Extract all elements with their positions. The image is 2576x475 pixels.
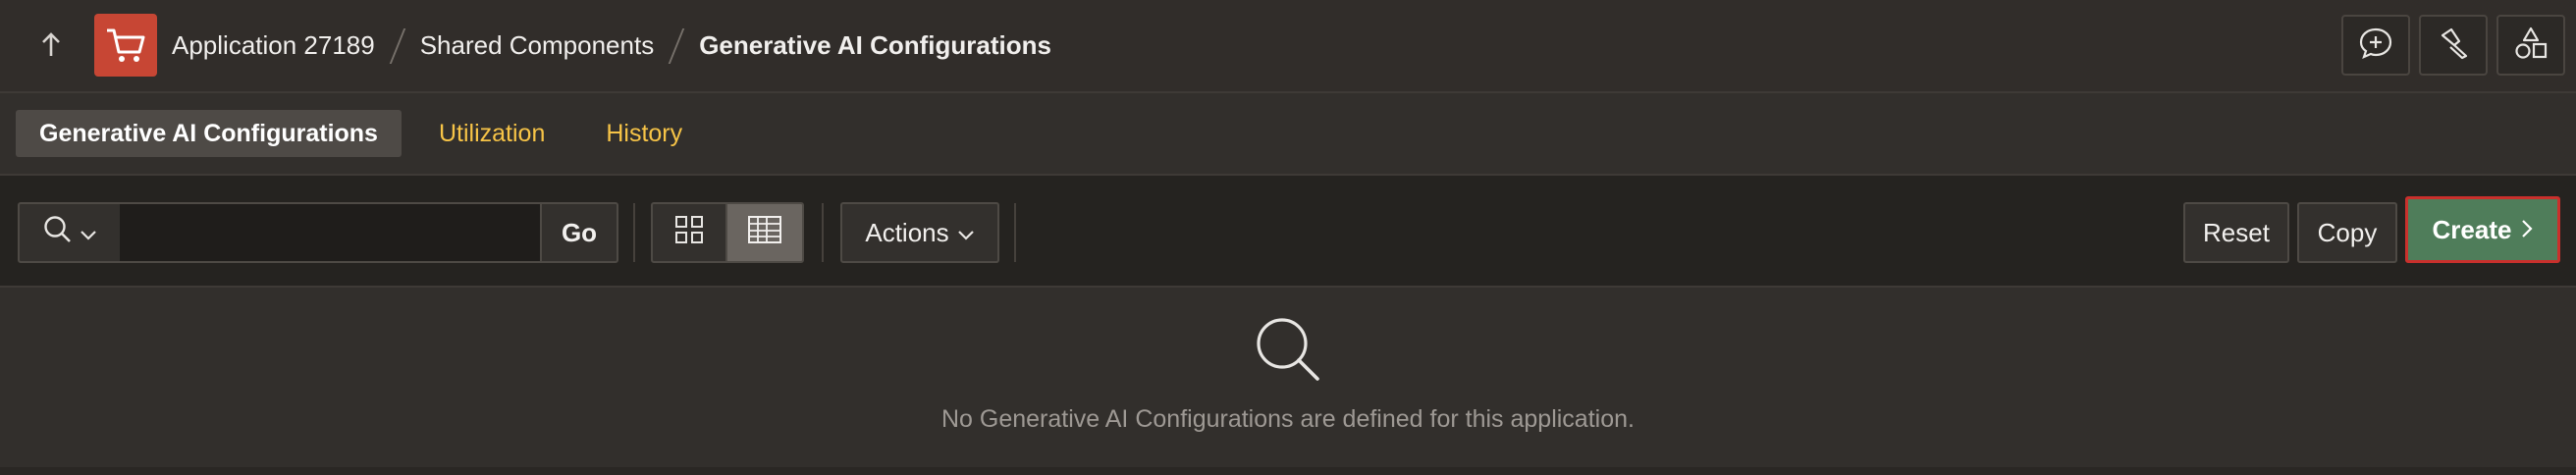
create-button[interactable]: Create: [2405, 196, 2560, 263]
copy-button[interactable]: Copy: [2297, 202, 2397, 263]
bottom-border: [0, 467, 2576, 475]
table-icon: [747, 215, 782, 251]
breadcrumb-separator: [391, 28, 404, 62]
reset-button[interactable]: Reset: [2183, 202, 2289, 263]
shopping-cart-icon[interactable]: [94, 14, 157, 77]
grid-icon: [673, 214, 705, 252]
toolbar-divider: [633, 203, 635, 262]
flashlight-button[interactable]: [2419, 15, 2488, 76]
comment-plus-icon: [2358, 26, 2393, 65]
chevron-right-icon: [2521, 215, 2534, 245]
page-title: Generative AI Configurations: [699, 29, 1051, 60]
actions-label: Actions: [865, 217, 949, 247]
empty-state-message: No Generative AI Configurations are defi…: [941, 405, 1635, 433]
toolbar-divider: [1014, 203, 1016, 262]
chevron-down-icon: [957, 218, 975, 248]
search-input[interactable]: [120, 202, 542, 263]
breadcrumb-shared-components[interactable]: Shared Components: [420, 30, 654, 61]
breadcrumb: Application 27189 Shared Components Gene…: [172, 0, 1051, 90]
breadcrumb-separator: [670, 28, 683, 62]
breadcrumb-app[interactable]: Application 27189: [172, 30, 375, 61]
tab-utilization[interactable]: Utilization: [415, 110, 568, 157]
up-arrow-icon[interactable]: [33, 27, 69, 63]
toolbar-divider: [822, 203, 824, 262]
flashlight-icon: [2437, 26, 2470, 65]
report-toolbar: Go Actions Reset Copy: [0, 174, 2576, 288]
feedback-button[interactable]: [2341, 15, 2410, 76]
actions-menu-button[interactable]: Actions: [840, 202, 999, 263]
chevron-down-icon: [80, 218, 97, 248]
search-column-button[interactable]: [18, 202, 122, 263]
create-label: Create: [2432, 214, 2512, 244]
go-button[interactable]: Go: [540, 202, 618, 263]
icon-view-button[interactable]: [651, 202, 727, 263]
search-icon: [1253, 314, 1323, 385]
tab-history[interactable]: History: [582, 110, 706, 157]
tab-generative-ai-configurations[interactable]: Generative AI Configurations: [16, 110, 402, 157]
page-tabs: Generative AI Configurations Utilization…: [16, 110, 720, 157]
shapes-icon: [2513, 26, 2549, 66]
top-header: Application 27189 Shared Components Gene…: [0, 0, 2576, 93]
shapes-button[interactable]: [2496, 15, 2565, 76]
search-icon: [42, 214, 76, 252]
report-view-button[interactable]: [725, 202, 804, 263]
